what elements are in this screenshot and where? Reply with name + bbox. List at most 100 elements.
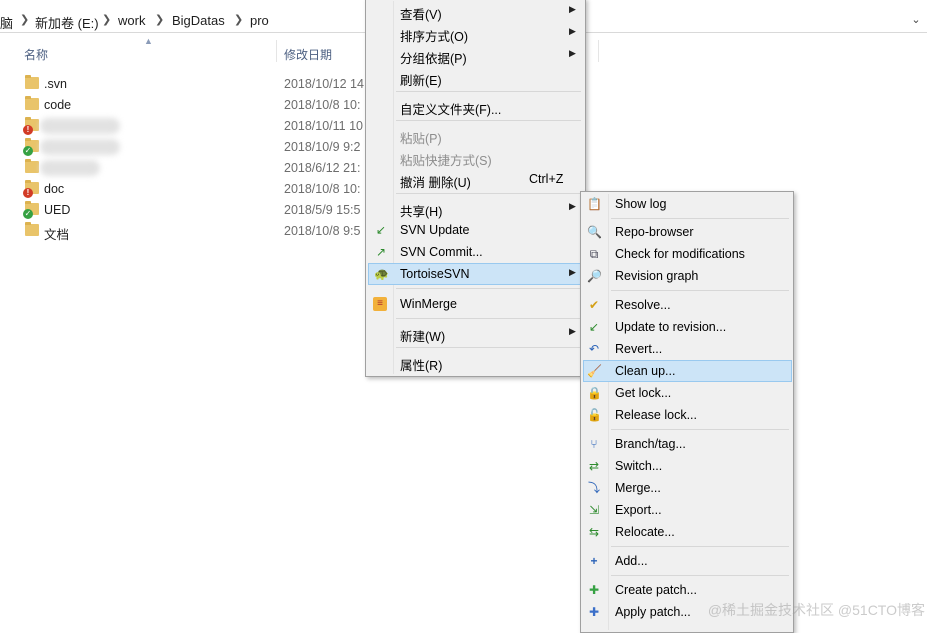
menu-item-properties[interactable]: 属性(R) [368,351,581,373]
column-header-modified[interactable]: 修改日期 [284,46,332,63]
file-row[interactable]: 文档 2018/10/8 9:5 [0,221,370,242]
breadcrumb-work[interactable]: work [118,13,145,28]
menu-item-refresh[interactable]: 刷新(E) [368,66,581,88]
branch-icon: ⑂ [590,437,598,451]
menu-item-merge[interactable]: ⤵ Merge... [583,477,789,499]
menu-item-label: 粘贴快捷方式(S) [400,154,492,168]
menu-item-label: Repo-browser [615,225,694,239]
menu-separator [611,290,789,291]
file-date: 2018/10/9 9:2 [284,140,361,154]
file-row[interactable]: ! doc 2018/10/8 10: [0,179,370,200]
menu-item-svn-commit[interactable]: ↗ SVN Commit... [368,241,581,263]
svn-commit-icon: ↗ [375,245,387,259]
menu-item-release-lock[interactable]: 🔓 Release lock... [583,404,789,426]
menu-item-customize-folder[interactable]: 自定义文件夹(F)... [368,95,581,117]
menu-item-get-lock[interactable]: 🔒 Get lock... [583,382,789,404]
lock-icon: 🔒 [587,386,602,400]
redacted-name [40,118,120,134]
file-row[interactable]: ✓ UED 2018/5/9 15:5 [0,200,370,221]
menu-item-sort-by[interactable]: 排序方式(O) ▶ [368,22,581,44]
menu-item-tortoisesvn[interactable]: 🐢 TortoiseSVN ▶ [368,263,581,285]
submenu-arrow-icon: ▶ [569,48,576,58]
menu-separator [396,120,581,121]
menu-item-clean-up[interactable]: 🧹 Clean up... [583,360,792,382]
menu-item-label: SVN Update [400,223,470,237]
file-row[interactable]: ✓ 2018/10/9 9:2 [0,137,370,158]
breadcrumb-separator[interactable]: ❯ [102,13,111,26]
clean-up-icon: 🧹 [587,364,602,378]
file-name: UED [44,203,71,217]
svn-modified-overlay-icon: ! [23,125,33,135]
menu-item-svn-update[interactable]: ↙ SVN Update [368,219,581,241]
menu-item-new[interactable]: 新建(W) ▶ [368,322,581,344]
menu-item-label: Clean up... [615,364,676,378]
breadcrumb-this-pc[interactable]: 脑 [0,13,13,32]
winmerge-icon: ≡ [373,297,387,311]
menu-separator [611,546,789,547]
folder-icon [25,222,39,236]
menu-item-export[interactable]: ⇲ Export... [583,499,789,521]
submenu-arrow-icon: ▶ [569,201,576,211]
sort-ascending-icon: ▲ [144,36,153,46]
breadcrumb-separator[interactable]: ❯ [155,13,164,26]
menu-item-label: Release lock... [615,408,697,422]
menu-separator [611,218,789,219]
menu-item-resolve[interactable]: ✔ Resolve... [583,294,789,316]
menu-item-branch-tag[interactable]: ⑂ Branch/tag... [583,433,789,455]
menu-item-label: 粘贴(P) [400,132,442,146]
context-menu: 查看(V) ▶ 排序方式(O) ▶ 分组依据(P) ▶ 刷新(E) 自定义文件夹… [365,0,586,377]
menu-item-revert[interactable]: ↶ Revert... [583,338,789,360]
breadcrumb-drive[interactable]: 新加卷 (E:) [35,13,99,32]
redacted-name [40,139,120,155]
chevron-down-icon[interactable]: ⌄ [907,11,925,29]
menu-item-label: 刷新(E) [400,74,442,88]
menu-item-update-to-revision[interactable]: ↙ Update to revision... [583,316,789,338]
file-row[interactable]: .svn 2018/10/12 14 [0,74,370,95]
file-row[interactable]: ! 2018/10/11 10 [0,116,370,137]
menu-item-group-by[interactable]: 分组依据(P) ▶ [368,44,581,66]
menu-item-label: Show log [615,197,667,211]
menu-item-undo-delete[interactable]: 撤消 删除(U) Ctrl+Z [368,168,581,190]
breadcrumb-separator[interactable]: ❯ [20,13,29,26]
menu-item-view[interactable]: 查看(V) ▶ [368,0,581,22]
menu-item-show-log[interactable]: 📋 Show log [583,193,789,215]
breadcrumb-pro[interactable]: pro [250,13,269,28]
menu-separator [611,575,789,576]
column-divider[interactable] [598,40,599,62]
menu-separator [611,429,789,430]
export-icon: ⇲ [588,503,600,517]
breadcrumb-bigdatas[interactable]: BigDatas [172,13,225,28]
menu-separator [396,193,581,194]
create-patch-icon: ✚ [588,583,600,597]
file-row[interactable]: code 2018/10/8 10: [0,95,370,116]
apply-patch-icon: ✚ [588,605,600,619]
merge-icon: ⤵ [587,481,600,495]
file-name: code [44,98,72,112]
menu-item-label: Relocate... [615,525,675,539]
file-date: 2018/10/8 10: [284,98,361,112]
menu-item-add[interactable]: + Add... [583,550,789,572]
folder-icon [25,96,39,110]
menu-item-label: SVN Commit... [400,245,483,259]
menu-item-create-patch[interactable]: ✚ Create patch... [583,579,789,601]
submenu-arrow-icon: ▶ [569,267,576,277]
tortoisesvn-submenu: 📋 Show log 🔍 Repo-browser ⧉ Check for mo… [580,191,794,633]
menu-item-label: Export... [615,503,662,517]
column-divider[interactable] [276,40,277,62]
revert-icon: ↶ [588,342,600,356]
update-to-revision-icon: ↙ [588,320,600,334]
tortoisesvn-icon: 🐢 [374,267,389,281]
unlock-icon: 🔓 [587,408,602,422]
submenu-arrow-icon: ▶ [569,4,576,14]
file-row[interactable]: 2018/6/12 21: [0,158,370,179]
menu-item-share[interactable]: 共享(H) ▶ [368,197,581,219]
menu-item-revision-graph[interactable]: 🔎 Revision graph [583,265,789,287]
menu-item-winmerge[interactable]: ≡ WinMerge [368,293,581,315]
menu-item-switch[interactable]: ⇄ Switch... [583,455,789,477]
column-header-name[interactable]: 名称 [24,46,48,63]
submenu-arrow-icon: ▶ [569,26,576,36]
menu-item-check-modifications[interactable]: ⧉ Check for modifications [583,243,789,265]
menu-item-repo-browser[interactable]: 🔍 Repo-browser [583,221,789,243]
menu-item-relocate[interactable]: ⇆ Relocate... [583,521,789,543]
breadcrumb-separator[interactable]: ❯ [234,13,243,26]
